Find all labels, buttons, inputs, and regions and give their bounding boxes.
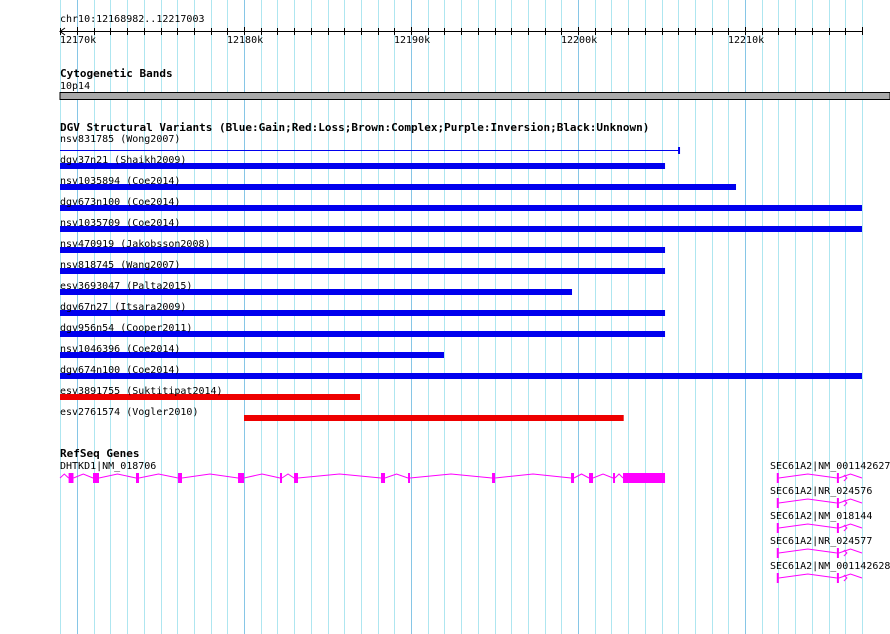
exon: [68, 473, 74, 483]
exon: [136, 473, 140, 483]
variant-label[interactable]: nsv470919 (Jakobsson2008): [60, 239, 211, 250]
intron-line: [494, 473, 572, 479]
exon: [93, 473, 99, 483]
variant-label[interactable]: dgv674n100 (Coe2014): [60, 365, 180, 376]
exon: [776, 473, 779, 483]
exon: [294, 473, 299, 483]
intron-line: [838, 523, 863, 529]
intron-line: [778, 548, 837, 554]
variant-label[interactable]: nsv1035709 (Coe2014): [60, 218, 180, 229]
exon: [492, 473, 496, 483]
exon: [776, 548, 779, 558]
exon: [381, 473, 386, 483]
intron-line: [778, 573, 837, 579]
exon: [836, 473, 839, 483]
intron-line: [98, 473, 137, 479]
variant-label[interactable]: nsv818745 (Wang2007): [60, 260, 180, 271]
variant-label[interactable]: nsv831785 (Wong2007): [60, 134, 180, 145]
intron-line: [59, 473, 69, 479]
cytoband-track-title[interactable]: Cytogenetic Bands: [60, 68, 173, 80]
intron-line: [243, 473, 281, 479]
gene-label[interactable]: DHTKD1|NM_018706: [60, 461, 156, 472]
intron-line: [592, 473, 614, 479]
exon: [623, 473, 666, 483]
intron-line: [778, 523, 837, 529]
exon: [836, 548, 839, 558]
exon: [178, 473, 183, 483]
intron-line: [281, 473, 295, 479]
gene-label[interactable]: SEC61A2|NM_001142627: [770, 461, 890, 472]
exon: [408, 473, 411, 483]
exon: [776, 573, 779, 583]
intron-line: [838, 498, 863, 504]
exon: [776, 523, 779, 533]
cytoband-label: 10p14: [60, 81, 91, 92]
ruler-tick-label: 12210k: [728, 35, 765, 46]
exon: [613, 473, 616, 483]
variant-label[interactable]: dgv673n100 (Coe2014): [60, 197, 180, 208]
ruler-tick-label: 12190k: [394, 35, 431, 46]
exon: [836, 573, 839, 583]
variant-bar: [244, 415, 624, 421]
ruler-tick-label: 12180k: [227, 35, 264, 46]
variant-label[interactable]: esv3891755 (Suktitipat2014): [60, 386, 223, 397]
intron-line: [573, 473, 590, 479]
region-label: chr10:12168982..12217003: [60, 14, 205, 25]
gene-label[interactable]: SEC61A2|NR_024577: [770, 536, 872, 547]
exon: [571, 473, 575, 483]
exon: [836, 498, 839, 508]
intron-line: [181, 473, 239, 479]
intron-line: [838, 573, 863, 579]
cytoband-bar: [59, 92, 890, 100]
gene-label[interactable]: SEC61A2|NM_018144: [770, 511, 872, 522]
gene-label[interactable]: SEC61A2|NR_024576: [770, 486, 872, 497]
ruler-tick-label: 12170k: [60, 35, 97, 46]
dgv-track-title[interactable]: DGV Structural Variants (Blue:Gain;Red:L…: [60, 122, 649, 134]
refseq-track-title[interactable]: RefSeq Genes: [60, 448, 139, 460]
intron-line: [614, 473, 624, 479]
intron-line: [384, 473, 409, 479]
variant-end-tick: [678, 147, 681, 154]
intron-line: [838, 473, 863, 479]
variant-label[interactable]: esv3693047 (Palta2015): [60, 281, 192, 292]
exon: [776, 498, 779, 508]
gene-label[interactable]: SEC61A2|NM_001142628: [770, 561, 890, 572]
intron-line: [73, 473, 94, 479]
exon: [836, 523, 839, 533]
intron-line: [778, 473, 837, 479]
exon: [589, 473, 594, 483]
ruler-tick-label: 12200k: [561, 35, 598, 46]
variant-label[interactable]: nsv1046396 (Coe2014): [60, 344, 180, 355]
intron-line: [409, 473, 493, 479]
exon: [280, 473, 283, 483]
intron-line: [297, 473, 382, 479]
variant-label[interactable]: dgv37n21 (Shaikh2009): [60, 155, 186, 166]
variant-label[interactable]: nsv1035894 (Coe2014): [60, 176, 180, 187]
genome-browser-canvas: [59, 0, 890, 634]
variant-label[interactable]: esv2761574 (Vogler2010): [60, 407, 198, 418]
variant-label[interactable]: dgv956n54 (Cooper2011): [60, 323, 192, 334]
intron-line: [838, 548, 863, 554]
intron-line: [778, 498, 837, 504]
variant-label[interactable]: dgv67n27 (Itsara2009): [60, 302, 186, 313]
exon: [238, 473, 245, 483]
